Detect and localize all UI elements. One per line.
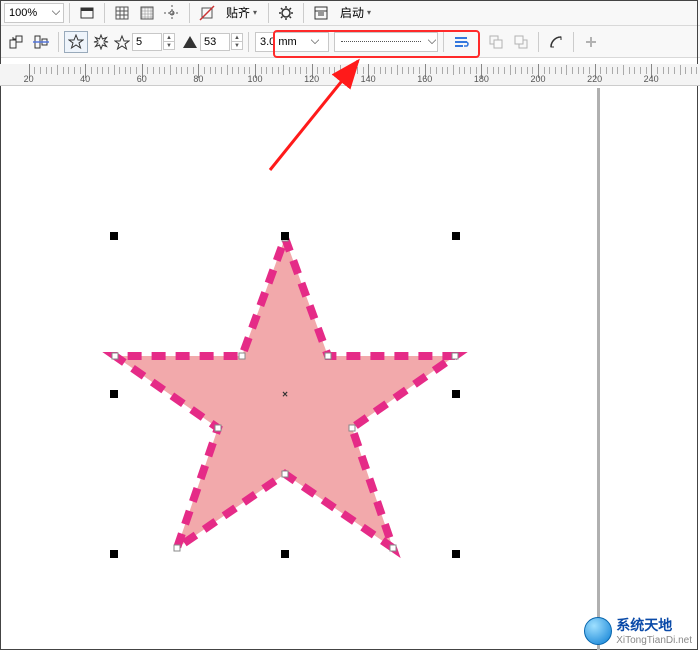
globe-icon — [584, 617, 612, 645]
selection-center-marker: × — [282, 390, 288, 401]
watermark: 系统天地 XiTongTianDi.net — [584, 615, 692, 646]
selection-handle-e[interactable] — [452, 390, 460, 398]
selected-star-object[interactable]: × — [100, 230, 470, 580]
selection-handle-w[interactable] — [110, 390, 118, 398]
selection-handle-s[interactable] — [281, 550, 289, 558]
watermark-title: 系统天地 — [616, 615, 692, 635]
selection-handle-ne[interactable] — [452, 232, 460, 240]
watermark-url: XiTongTianDi.net — [616, 635, 692, 646]
selection-handle-sw[interactable] — [110, 550, 118, 558]
selection-handle-se[interactable] — [452, 550, 460, 558]
selection-handle-nw[interactable] — [110, 232, 118, 240]
page-edge — [597, 88, 600, 650]
ruler-horizontal: 20406080100120140160180200220240 — [0, 64, 700, 86]
star-shape[interactable] — [100, 230, 470, 580]
selection-handle-n[interactable] — [281, 232, 289, 240]
